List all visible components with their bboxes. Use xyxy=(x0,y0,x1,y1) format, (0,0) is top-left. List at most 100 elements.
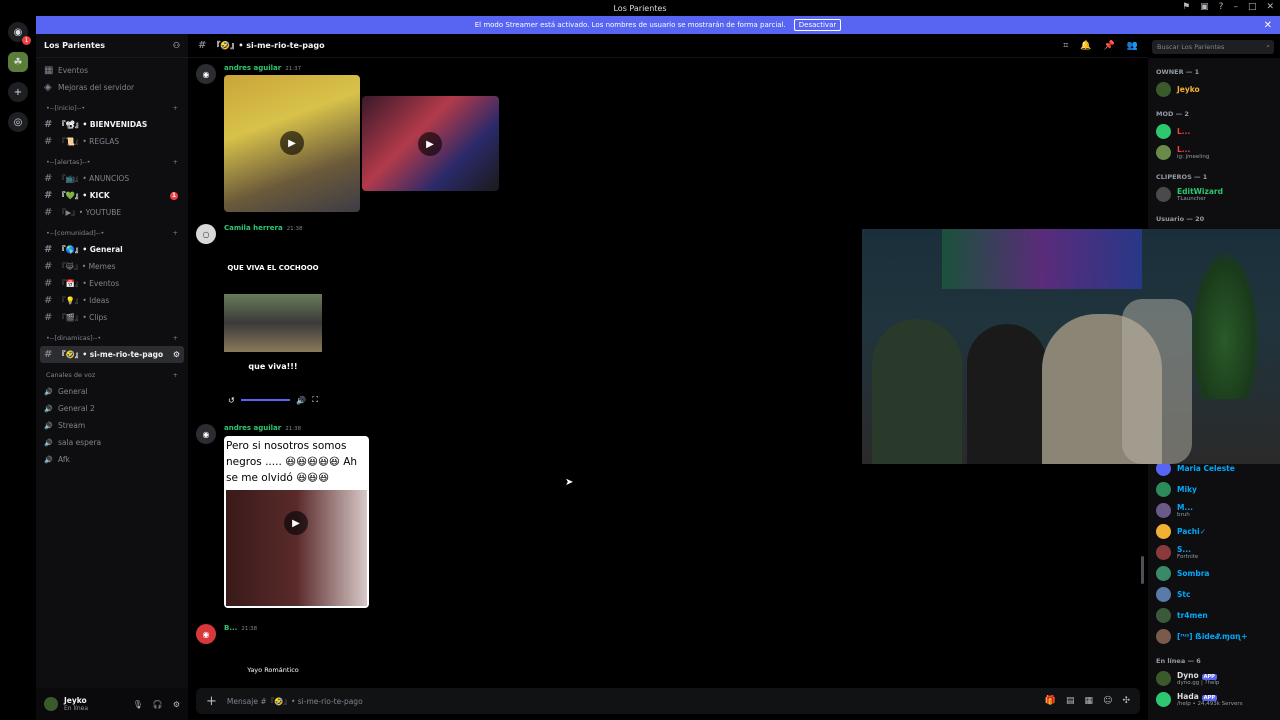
pin-icon[interactable]: 📌 xyxy=(1104,41,1115,51)
channel-category[interactable]: •--[comunidad]--• + xyxy=(40,225,184,241)
voice-channel-item[interactable]: 🔊 Stream xyxy=(40,417,184,434)
avatar xyxy=(1156,545,1171,560)
voice-channel-item[interactable]: 🔊 General 2 xyxy=(40,400,184,417)
play-icon[interactable]: ▶ xyxy=(280,131,304,155)
screen-icon[interactable]: ▣ xyxy=(1200,2,1209,12)
member-item[interactable]: Dyno APP dyno.gg | ?help xyxy=(1148,668,1280,689)
play-icon[interactable]: ▶ xyxy=(284,511,308,535)
close-button[interactable]: ✕ xyxy=(1266,2,1274,12)
volume-icon[interactable]: 🔊 xyxy=(296,396,306,405)
member-item[interactable]: EditWizard TLauncher xyxy=(1148,184,1280,205)
member-item[interactable]: Jeyko xyxy=(1148,79,1280,100)
server-icon-los-parientes[interactable]: ☘ xyxy=(8,52,28,72)
channel-item[interactable]: # 『📺』• ANUNCIOS xyxy=(40,170,184,187)
channel-item[interactable]: # 『🌎』• General xyxy=(40,241,184,258)
replay-icon[interactable]: ↺ xyxy=(228,396,235,405)
member-item[interactable]: Sombra xyxy=(1148,563,1280,584)
voice-category[interactable]: Canales de voz + xyxy=(40,367,184,383)
server-header[interactable]: Los Parientes ⚇ xyxy=(36,34,188,58)
play-icon[interactable]: ▶ xyxy=(418,132,442,156)
video-attachment[interactable]: QUE VIVA EL COCHOOO que viva!!! ↺ 🔊 ⛶ xyxy=(224,236,322,411)
inbox-icon[interactable]: ⚑ xyxy=(1182,2,1190,12)
message-author[interactable]: andres aguilar xyxy=(224,424,281,432)
channel-item[interactable]: # 『📜』• REGLAS xyxy=(40,133,184,150)
maximize-button[interactable]: □ xyxy=(1248,2,1257,12)
add-channel-icon[interactable]: + xyxy=(173,371,178,379)
member-item[interactable]: M... bruh xyxy=(1148,500,1280,521)
member-item[interactable]: Hada APP/help • 24,493k Servers xyxy=(1148,689,1280,710)
attach-plus-icon[interactable]: + xyxy=(206,694,217,709)
video-attachment[interactable]: Pero si nosotros somos negros ..... 😆😆😆😆… xyxy=(224,436,369,608)
gift-icon[interactable]: 🎁 xyxy=(1045,696,1056,706)
channel-category[interactable]: •--[dinamicas]--• + xyxy=(40,330,184,346)
voice-channel-item[interactable]: 🔊 sala espera xyxy=(40,434,184,451)
progress-bar[interactable] xyxy=(240,399,291,401)
explore-icon[interactable]: ◎ xyxy=(8,112,28,132)
avatar xyxy=(1156,503,1171,518)
voice-channel-item[interactable]: 🔊 General xyxy=(40,383,184,400)
member-item[interactable]: L... ig: jmeeling xyxy=(1148,142,1280,163)
help-icon[interactable]: ? xyxy=(1219,2,1224,12)
minimize-button[interactable]: – xyxy=(1233,2,1238,12)
member-item[interactable]: [ʳᵘˢ] ẞide𝓔.ɱɑɳ+ xyxy=(1148,626,1280,647)
channel-item[interactable]: # 『😹』• Memes xyxy=(40,258,184,275)
channel-category[interactable]: •--[inicio]--• + xyxy=(40,100,184,116)
discord-avatar-icon: ◉ xyxy=(196,624,216,644)
notification-bell-icon[interactable]: 🔔 xyxy=(1080,41,1091,51)
channel-item[interactable]: # 『🎬』• Clips xyxy=(40,309,184,326)
settings-gear-icon[interactable]: ⚙ xyxy=(173,700,180,709)
disable-streamer-button[interactable]: Desactivar xyxy=(793,19,842,31)
message-author[interactable]: Camila herrera xyxy=(224,224,283,232)
headphones-icon[interactable]: 🎧 xyxy=(153,700,163,709)
apps-icon[interactable]: ✣ xyxy=(1122,696,1130,706)
fullscreen-icon[interactable]: ⛶ xyxy=(312,395,318,405)
message-composer[interactable]: + Mensaje #『🤣』• si-me-rio-te-pago 🎁 ▤ ▦ … xyxy=(196,688,1140,714)
add-channel-icon[interactable]: + xyxy=(173,158,178,166)
member-item[interactable]: tr4men xyxy=(1148,605,1280,626)
member-item[interactable]: S... Fortnite xyxy=(1148,542,1280,563)
channel-item[interactable]: # 『🤣』• si-me-rio-te-pago ⚙ xyxy=(40,346,184,363)
member-item[interactable]: L... xyxy=(1148,121,1280,142)
channel-settings-icon[interactable]: ⚙ xyxy=(173,350,180,359)
close-icon[interactable]: ✕ xyxy=(1264,20,1272,31)
sidebar-item-events[interactable]: ▦ Eventos xyxy=(40,62,184,79)
video-attachment[interactable]: ▶ xyxy=(362,96,499,191)
add-channel-icon[interactable]: + xyxy=(173,104,178,112)
message-author[interactable]: andres aguilar xyxy=(224,64,281,72)
member-activity: Fortnite xyxy=(1177,554,1199,560)
add-channel-icon[interactable]: + xyxy=(173,229,178,237)
message: ◉ andres aguilar 21:37 ▶ ▶ xyxy=(196,64,1140,244)
search-input[interactable]: Buscar Los Parientes ⌕ xyxy=(1152,40,1274,54)
channel-item[interactable]: # 『📅』• Eventos xyxy=(40,275,184,292)
channel-item[interactable]: # 『📽』• BIENVENIDAS xyxy=(40,116,184,133)
sidebar-item-server-boosts[interactable]: ◈ Mejoras del servidor xyxy=(40,79,184,96)
video-attachment[interactable]: Yayo Romántico xyxy=(224,636,322,686)
avatar xyxy=(1156,145,1171,160)
avatar[interactable] xyxy=(44,697,58,711)
add-member-icon[interactable]: ⚇ xyxy=(173,41,180,50)
add-server-icon[interactable]: + xyxy=(8,82,28,102)
message-author[interactable]: B... xyxy=(224,624,237,632)
video-attachment[interactable]: ▶ xyxy=(224,75,360,212)
channel-item[interactable]: # 『▶』• YOUTUBE xyxy=(40,204,184,221)
member-activity: bruh xyxy=(1177,512,1190,518)
gif-icon[interactable]: ▤ xyxy=(1066,696,1075,706)
channel-category[interactable]: •--[alertas]--• + xyxy=(40,154,184,170)
channel-item[interactable]: # 『💡』• Ideas xyxy=(40,292,184,309)
scrollbar[interactable] xyxy=(1141,556,1144,584)
sticker-icon[interactable]: ▦ xyxy=(1085,696,1094,706)
member-item[interactable]: Miky xyxy=(1148,479,1280,500)
hash-icon: # xyxy=(44,244,53,255)
microphone-icon[interactable]: 🎙 xyxy=(133,700,143,709)
channel-item[interactable]: # 『💚』• KICK 1 xyxy=(40,187,184,204)
add-channel-icon[interactable]: + xyxy=(173,334,178,342)
threads-icon[interactable]: ⌗ xyxy=(1063,41,1068,51)
member-item[interactable]: Stc xyxy=(1148,584,1280,605)
voice-channel-item[interactable]: 🔊 Afk xyxy=(40,451,184,468)
member-list-icon[interactable]: 👥 xyxy=(1127,41,1138,51)
member-item[interactable]: Pachi✓ xyxy=(1148,521,1280,542)
message-input[interactable]: Mensaje #『🤣』• si-me-rio-te-pago xyxy=(227,696,363,707)
discord-home-icon[interactable]: ◉ 1 xyxy=(8,22,31,45)
emoji-icon[interactable]: ☺ xyxy=(1103,696,1112,706)
channel-list: ▦ Eventos ◈ Mejoras del servidor •--[inicio]… xyxy=(36,58,188,472)
